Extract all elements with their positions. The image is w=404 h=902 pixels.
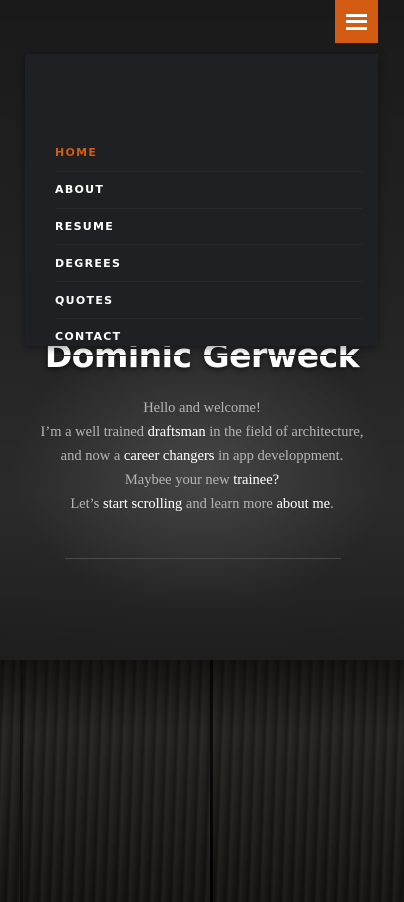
nav-item-resume[interactable]: RESUME (55, 209, 362, 246)
floor-plank-gap (210, 660, 213, 902)
page: Dominic Gerweck Hello and welcome! I’m a… (0, 0, 404, 902)
wooden-floor-background (0, 660, 404, 902)
section-divider (65, 558, 341, 559)
trainee-link[interactable]: trainee? (233, 472, 279, 488)
intro-text-segment: Maybee your new (124, 472, 234, 488)
nav-item-contact[interactable]: CONTACT (55, 319, 362, 356)
intro-text-segment: in app developpment. (214, 448, 344, 464)
career-changers-link[interactable]: career changers (124, 448, 215, 464)
nav-item-degrees[interactable]: DEGREES (55, 245, 362, 283)
greeting-text: Hello and welcome! (143, 400, 261, 416)
nav-item-about[interactable]: ABOUT (55, 172, 362, 209)
intro-line: I’m a well trained draftsman in the fiel… (40, 420, 364, 468)
intro-text: Hello and welcome! I’m a well trained dr… (40, 396, 364, 516)
about-me-link[interactable]: about me (277, 496, 331, 512)
nav-menu-panel: HOME ABOUT RESUME DEGREES QUOTES CONTACT (25, 54, 378, 356)
hamburger-icon (346, 13, 367, 30)
intro-text-segment: and learn more (182, 496, 277, 512)
nav-item-home[interactable]: HOME (55, 135, 362, 172)
nav-menu-list: HOME ABOUT RESUME DEGREES QUOTES CONTACT (55, 135, 362, 356)
intro-text-segment: I’m a well trained (40, 424, 148, 440)
intro-text-segment: . (330, 496, 334, 512)
start-scrolling-link[interactable]: start scrolling (103, 496, 182, 512)
intro-text-segment: Let’s (70, 496, 103, 512)
draftsman-link[interactable]: draftsman (148, 424, 206, 440)
menu-toggle-button[interactable] (335, 0, 378, 43)
intro-line: Maybee your new trainee? (40, 468, 364, 492)
intro-line: Let’s start scrolling and learn more abo… (40, 492, 364, 516)
floor-plank-gap (20, 660, 23, 902)
nav-item-quotes[interactable]: QUOTES (55, 282, 362, 319)
